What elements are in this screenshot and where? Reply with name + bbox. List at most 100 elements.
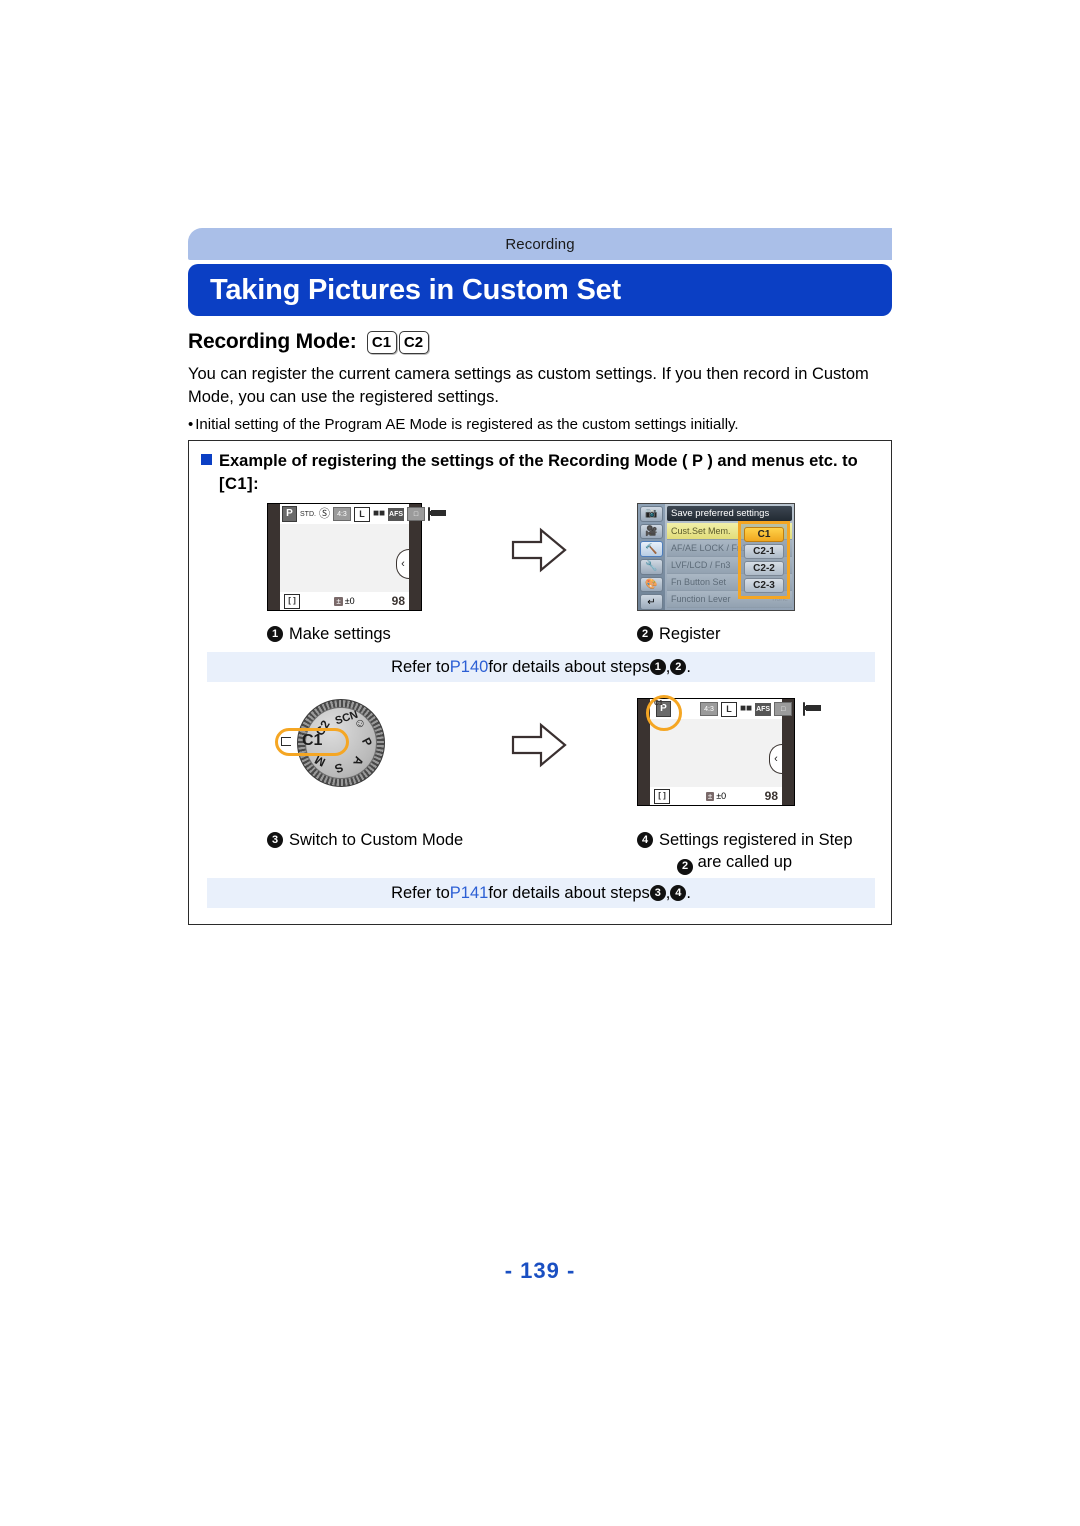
step-label-2: Register (659, 625, 721, 643)
option-c1[interactable]: C1 (744, 527, 784, 542)
focus-mode-icon: AFS (755, 702, 772, 716)
refer-bar-2: Refer to P141 for details about steps 3,… (207, 878, 875, 908)
custom-set-options: C1 C2-1 C2-2 C2-3 (738, 521, 790, 599)
step-caption-2: 2 Register (637, 623, 720, 645)
sidebar-tab-rec-menu-icon[interactable]: 📷 (640, 506, 663, 522)
step-number-4: 4 (637, 832, 653, 848)
manual-page: Recording Taking Pictures in Custom Set … (0, 0, 1080, 1526)
sidebar-tab-back-icon[interactable]: ↵ (640, 594, 663, 610)
exposure-comp-value: ±0 (716, 791, 727, 801)
exposure-comp-group: ± ±0 (650, 791, 782, 801)
page-title: Taking Pictures in Custom Set (210, 273, 622, 306)
badge-c1: C1 (366, 330, 397, 354)
arrow-right-icon-2 (511, 722, 567, 768)
running-head-text: Recording (505, 235, 575, 253)
picture-size-icon: L (721, 701, 737, 717)
battery-icon (428, 507, 447, 521)
lcd-side-tab[interactable]: ‹ (396, 548, 409, 579)
remaining-shots: 98 (764, 789, 778, 803)
recording-mode-label: Recording Mode: (188, 330, 357, 353)
example-heading: Example of registering the settings of t… (201, 450, 879, 496)
refer-2-step-a: 3 (649, 885, 666, 901)
remaining-shots: 98 (391, 594, 405, 608)
quality-fine-icon: ■■ (740, 703, 753, 714)
menu-row-label: Fn Button Set (671, 577, 727, 587)
refer-bar-1: Refer to P140 for details about steps 1,… (207, 652, 875, 682)
example-heading-line2: [C1]: (219, 475, 260, 493)
photo-style-icon: STD. (300, 510, 316, 518)
exposure-comp-value: ±0 (344, 596, 355, 606)
aspect-ratio-icon: 4:3 (332, 507, 351, 521)
refer-1-page-link[interactable]: P140 (450, 658, 489, 677)
menu-title: Save preferred settings (667, 506, 792, 521)
step-label-4-line2-wrap: 2 are called up (659, 851, 853, 875)
mode-dial-illustration: C2 SCN ☺ P A S M C1 (275, 699, 407, 794)
step-label-1: Make settings (289, 625, 391, 643)
menu-sidebar: 📷 🎥 🔨 🔧 🎨 ↵ (638, 504, 665, 610)
menu-row-label: AF/AE LOCK / Fn1 (671, 543, 748, 553)
intro-bullet-text: Initial setting of the Program AE Mode i… (195, 416, 739, 433)
sidebar-tab-playback-menu-icon[interactable]: 🎨 (640, 576, 663, 593)
menu-row-label: LVF/LCD / Fn3 (671, 560, 731, 570)
lcd-side-tab[interactable]: ‹ (769, 743, 782, 774)
option-c2-2[interactable]: C2-2 (744, 561, 784, 576)
step-label-4-line2: are called up (697, 853, 793, 871)
option-c2-3[interactable]: C2-3 (744, 578, 784, 593)
example-box: Example of registering the settings of t… (188, 440, 892, 925)
focus-mode-icon: AFS (388, 507, 405, 521)
refer-2-prefix: Refer to (391, 883, 450, 902)
refer-2-step-b: 4 (670, 885, 687, 901)
refer-2-middle: for details about steps (488, 883, 650, 902)
step-caption-3: 3 Switch to Custom Mode (267, 829, 463, 851)
exposure-comp-icon: ± (705, 791, 715, 801)
lcd-frame-left (268, 504, 280, 610)
exposure-comp-group: ± ±0 (280, 596, 409, 606)
recording-mode-badges: C1 C2 (366, 330, 429, 354)
refer-2-suffix: . (686, 883, 691, 902)
running-head-band: Recording (188, 228, 892, 260)
page-title-bar: Taking Pictures in Custom Set (188, 264, 892, 316)
dial-highlight-ring (275, 728, 349, 756)
arrow-right-icon-1 (511, 527, 567, 573)
refer-1-middle: for details about steps (488, 657, 650, 676)
option-c2-1[interactable]: C2-1 (744, 544, 784, 559)
af-mode-icon: □ (774, 702, 793, 716)
intro-paragraph: You can register the current camera sett… (188, 365, 869, 406)
bullet-dot: • (188, 416, 194, 433)
menu-screen-register: 📷 🎥 🔨 🔧 🎨 ↵ Save preferred settings Cust… (637, 503, 795, 611)
intro-bullet: • Initial setting of the Program AE Mode … (188, 413, 894, 436)
page-number: - 139 - (504, 1258, 576, 1283)
battery-icon (803, 702, 822, 716)
step-number-2: 2 (637, 626, 653, 642)
recording-mode-line: Recording Mode: C1 C2 (188, 330, 429, 354)
step-label-3: Switch to Custom Mode (289, 831, 464, 849)
sidebar-tab-setup-menu-icon[interactable]: 🔧 (640, 559, 663, 575)
example-heading-line1: Example of registering the settings of t… (219, 452, 858, 470)
af-mode-icon: □ (407, 507, 426, 521)
sidebar-tab-motion-picture-icon[interactable]: 🎥 (640, 523, 663, 540)
square-bullet-icon (201, 454, 212, 465)
flash-off-icon: Ⓢ (318, 507, 330, 520)
intro-block: You can register the current camera sett… (188, 363, 894, 436)
menu-row-label: Cust.Set Mem. (671, 526, 731, 536)
lcd-screen-custom-called-up: P 4:3 L ■■ AFS □ C1 ‹ [ ] ± ±0 98 (637, 695, 822, 806)
custom-mode-highlight-ring (646, 695, 682, 731)
refer-1-prefix: Refer to (391, 657, 450, 676)
step-label-4-inline-num: 2 (677, 858, 693, 875)
menu-row-label: Function Lever (671, 594, 731, 604)
refer-1-step-a: 1 (649, 659, 666, 675)
step-caption-4: 4 Settings registered in Step 2 are call… (637, 829, 877, 875)
lcd-bottom-row: [ ] ± ±0 98 (280, 592, 409, 610)
refer-1-step-b: 2 (670, 659, 687, 675)
refer-1-suffix: . (686, 657, 691, 676)
lcd-top-icon-row: P STD. Ⓢ 4:3 L ■■ AFS □ (280, 504, 447, 524)
sidebar-tab-custom-menu-icon[interactable]: 🔨 (640, 541, 663, 558)
exposure-comp-icon: ± (334, 596, 343, 606)
aspect-ratio-icon: 4:3 (700, 702, 718, 716)
step-number-3: 3 (267, 832, 283, 848)
lcd-screen-make-settings: P STD. Ⓢ 4:3 L ■■ AFS □ ‹ [ ] ± ±0 98 (267, 503, 447, 611)
refer-2-page-link[interactable]: P141 (450, 884, 489, 903)
lcd-bottom-row: [ ] ± ±0 98 (650, 787, 782, 805)
step-number-1: 1 (267, 626, 283, 642)
picture-size-icon: L (353, 506, 370, 522)
